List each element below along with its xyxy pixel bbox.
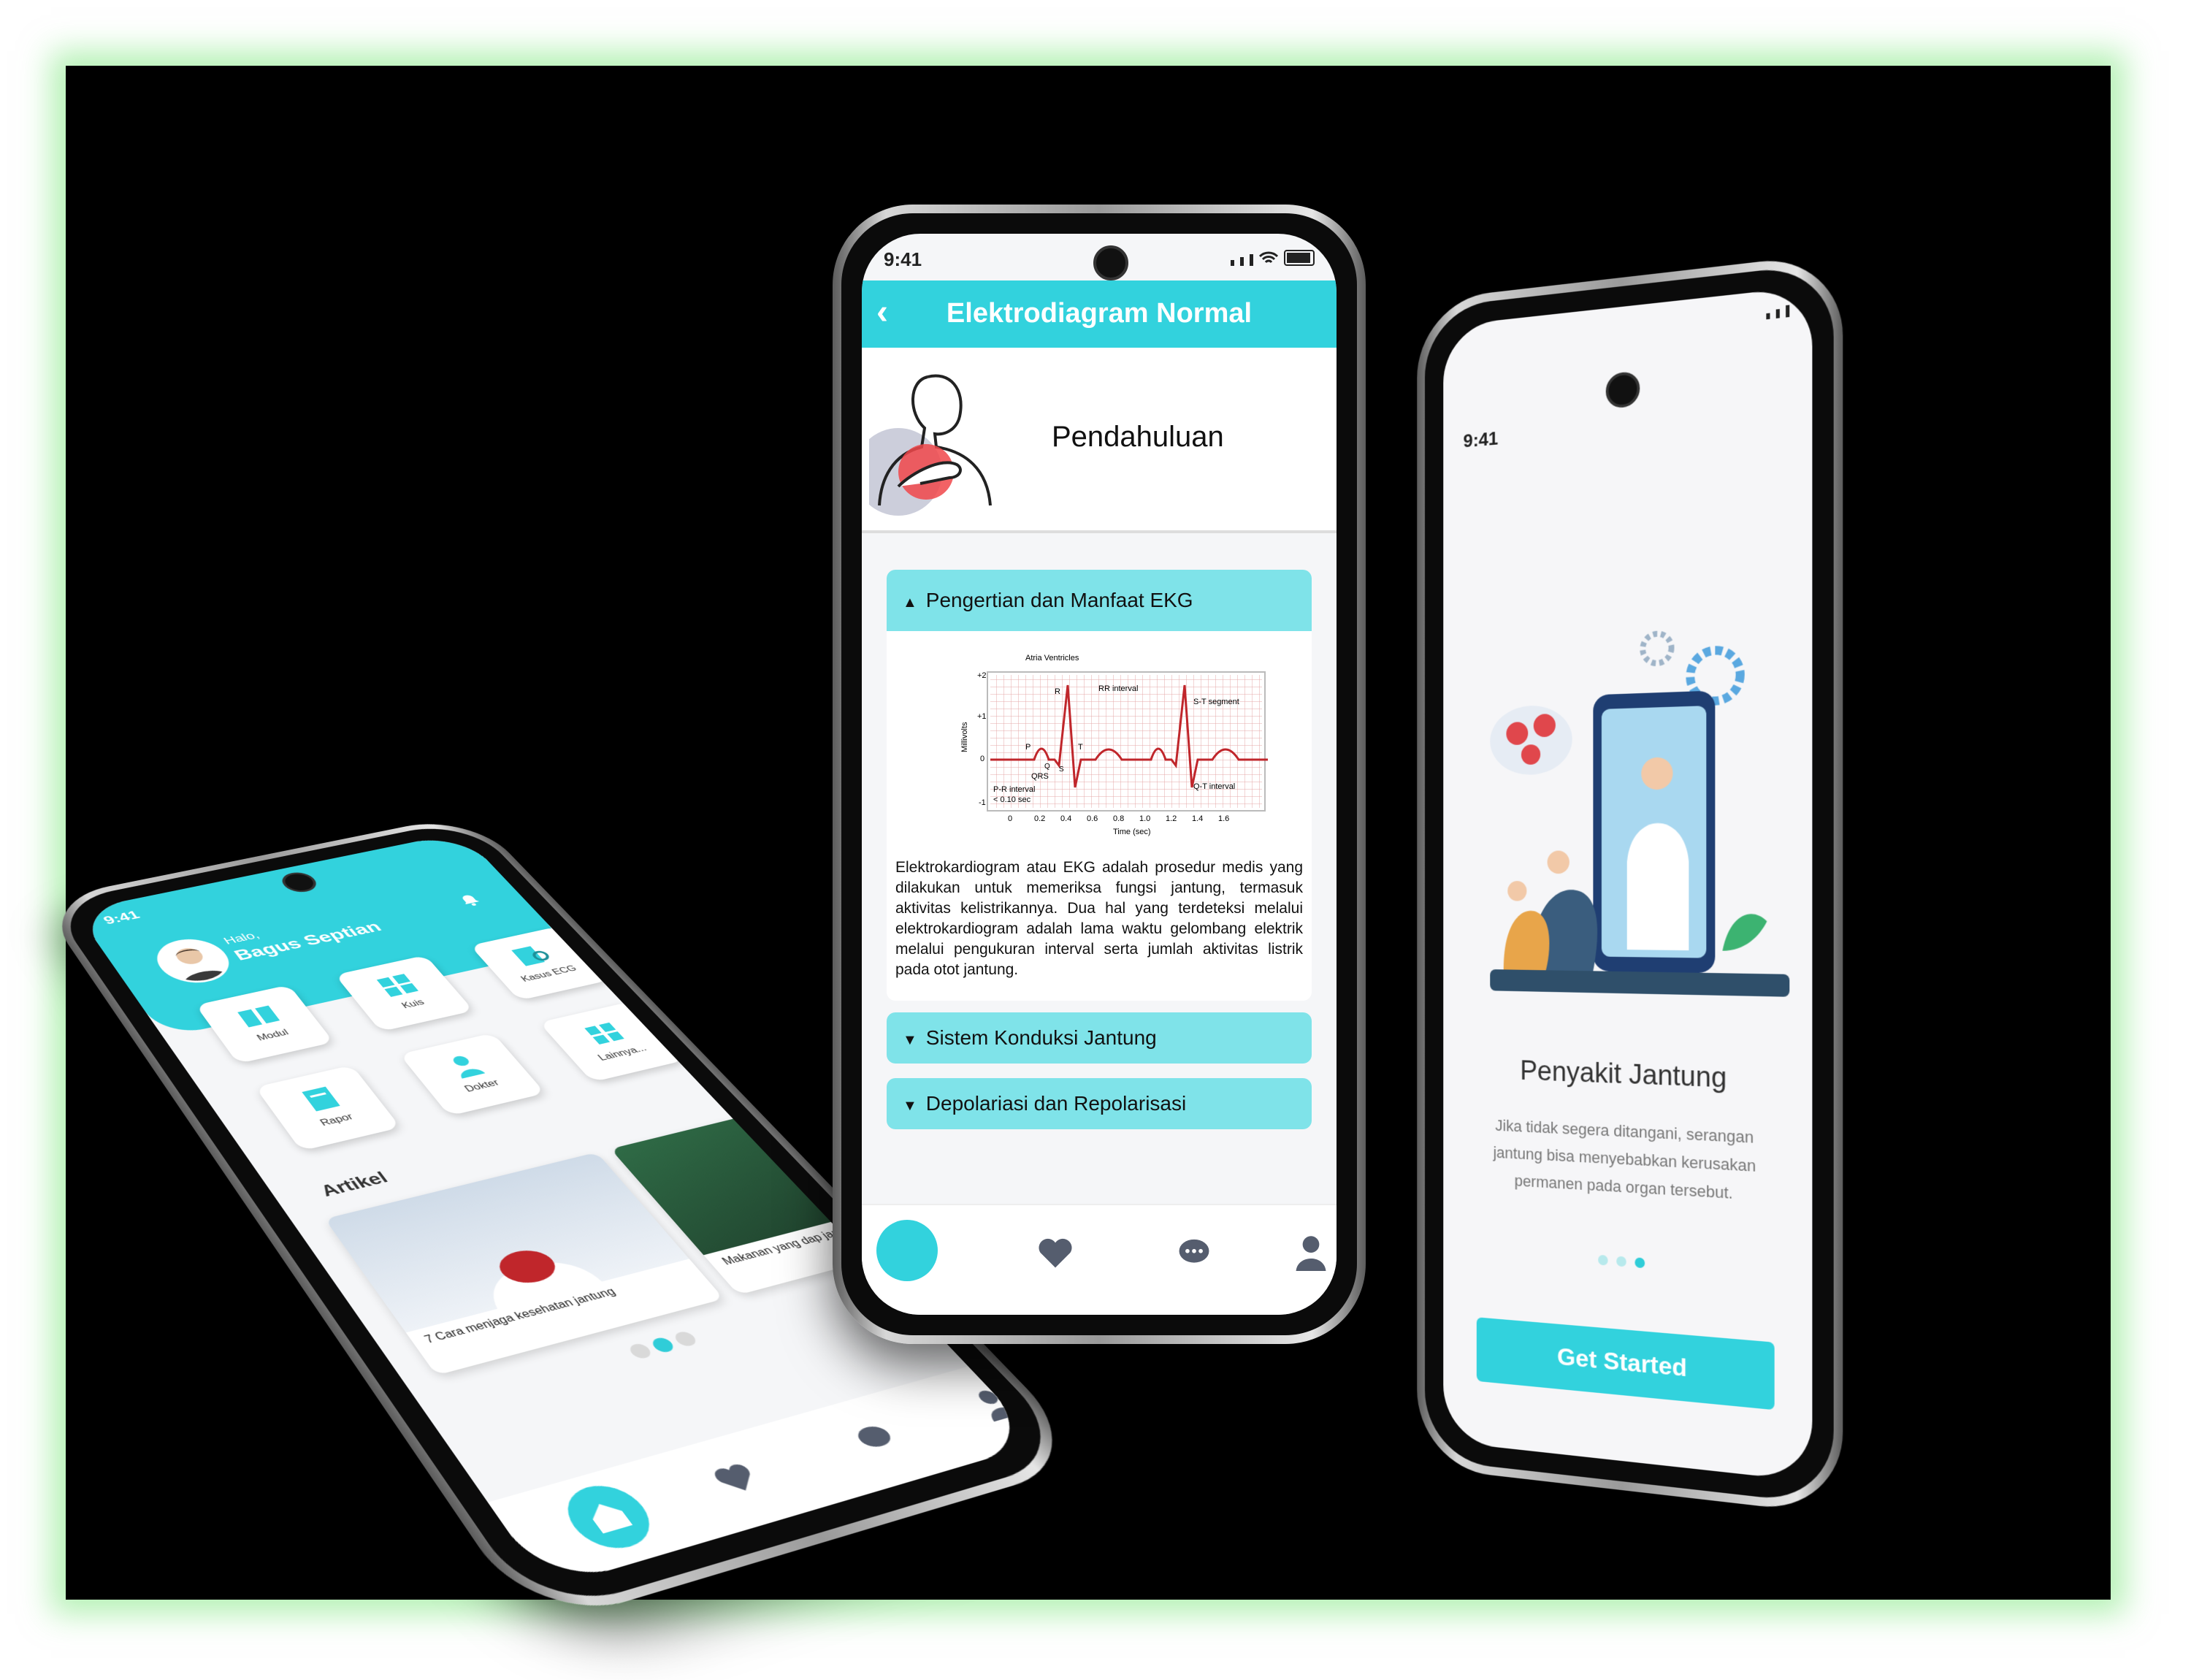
phone-bezel: 9:41 ‹ Elektrodiagram Normal Pendahuluan…: [841, 213, 1357, 1335]
ecg-label: P: [1025, 743, 1031, 752]
quiz-icon: [376, 974, 418, 997]
accordion-header-pengertian[interactable]: ▲ Pengertian dan Manfaat EKG: [887, 570, 1312, 631]
ecg-tick: 1.2: [1166, 814, 1177, 823]
ecg-label: R: [1055, 687, 1060, 696]
page-title: Elektrodiagram Normal: [946, 298, 1253, 329]
menu-tile-rapor[interactable]: Rapor: [255, 1065, 401, 1151]
onboarding-screen: 9:41 Penyakit Jantung Jika tidak segera …: [1443, 286, 1813, 1482]
ecg-label: S: [1059, 765, 1064, 774]
chest-pain-illustration: [869, 374, 992, 516]
status-time: 9:41: [884, 248, 922, 270]
ecg-tick: 0: [1008, 814, 1012, 823]
chat-icon[interactable]: [847, 1420, 904, 1456]
accordion-header-konduksi[interactable]: ▼ Sistem Konduksi Jantung: [887, 1012, 1312, 1064]
bottom-nav: [862, 1204, 1337, 1315]
home-icon[interactable]: [876, 1220, 938, 1281]
phone-onboarding: 9:41 Penyakit Jantung Jika tidak segera …: [1417, 252, 1843, 1516]
ecg-tick: 0.6: [1087, 814, 1098, 823]
menu-tile-lainnya[interactable]: Lainnya...: [539, 1001, 686, 1083]
accordion-title: Sistem Konduksi Jantung: [925, 1026, 1157, 1049]
page-header: ‹ Elektrodiagram Normal: [862, 280, 1337, 348]
book-icon: [237, 1005, 280, 1028]
wifi-icon: [1259, 251, 1278, 264]
intro-label: Pendahuluan: [1052, 421, 1224, 453]
accordion-title: Depolariasi dan Repolarisasi: [925, 1092, 1187, 1115]
menu-label: Dokter: [462, 1078, 502, 1094]
page-dot[interactable]: [1598, 1254, 1608, 1266]
ecg-tick: 0.2: [1034, 814, 1045, 823]
report-icon: [302, 1086, 340, 1112]
heart-icon[interactable]: [708, 1459, 765, 1497]
status-time: 9:41: [1463, 427, 1499, 452]
user-icon[interactable]: [1293, 1234, 1329, 1271]
status-icons: [1766, 305, 1790, 320]
chat-icon[interactable]: [1176, 1234, 1212, 1271]
ecg-label: < 0.10 sec: [993, 795, 1031, 804]
ecg-label: Atria Ventricles: [1025, 654, 1079, 663]
section-title: Artikel: [316, 1168, 392, 1200]
ecg-label: T: [1078, 743, 1083, 752]
telemedicine-illustration: [1490, 619, 1790, 997]
page-dot-active[interactable]: [1634, 1257, 1645, 1269]
ecg-tick: 1.0: [1139, 814, 1150, 823]
accordion-body-text: Elektrokardiogram atau EKG adalah prosed…: [895, 859, 1303, 978]
ecg-diagram: Atria Ventricles RR interval S-T segment…: [960, 654, 1268, 836]
ecg-axis-label: Millivolts: [960, 722, 969, 752]
page-dot[interactable]: [1616, 1256, 1626, 1267]
carousel-dot[interactable]: [626, 1342, 654, 1360]
front-camera: [1605, 370, 1640, 409]
case-icon: [511, 942, 559, 970]
caret-down-icon: ▼: [903, 1098, 917, 1114]
page-indicator[interactable]: [1443, 1244, 1812, 1284]
status-icons: [1231, 250, 1315, 266]
status-bar: 9:41: [1443, 286, 1812, 451]
ecg-label: S-T segment: [1193, 698, 1239, 706]
status-time: 9:41: [100, 908, 143, 927]
heart-icon[interactable]: [1037, 1234, 1074, 1271]
menu-label: Kuis: [399, 998, 427, 1010]
ecg-tick: 0.4: [1060, 814, 1071, 823]
ecg-label: RR interval: [1098, 684, 1138, 693]
menu-tile-dokter[interactable]: Dokter: [399, 1033, 546, 1116]
carousel-dot[interactable]: [671, 1329, 700, 1348]
caret-down-icon: ▼: [903, 1032, 917, 1048]
intro-banner: Pendahuluan: [862, 348, 1337, 533]
ecg-tick: 0: [980, 755, 984, 763]
ecg-screen: 9:41 ‹ Elektrodiagram Normal Pendahuluan…: [862, 234, 1337, 1315]
ecg-label: Q-T interval: [1193, 782, 1235, 791]
menu-label: Modul: [255, 1028, 291, 1043]
onboarding-title: Penyakit Jantung: [1520, 1055, 1727, 1094]
accordion-title: Pengertian dan Manfaat EKG: [925, 589, 1193, 611]
ecg-tick: -1: [979, 798, 986, 807]
ecg-tick: 1.4: [1192, 814, 1203, 823]
carousel-dot-active[interactable]: [649, 1336, 677, 1354]
front-camera: [1093, 245, 1128, 280]
grid-icon: [584, 1022, 624, 1045]
accordion-body: Atria Ventricles RR interval S-T segment…: [887, 631, 1312, 1001]
ecg-tick: +1: [977, 712, 987, 721]
onboarding-description: Jika tidak segera ditangani, serangan ja…: [1493, 1116, 1756, 1203]
doctor-icon: [450, 1055, 486, 1079]
menu-label: Rapor: [318, 1112, 356, 1129]
ecg-axis-label: Time (sec): [1113, 828, 1151, 836]
home-icon[interactable]: [552, 1478, 665, 1557]
phone-bezel: 9:41 Penyakit Jantung Jika tidak segera …: [1424, 262, 1834, 1505]
ecg-label: QRS: [1031, 772, 1049, 781]
caret-up-icon: ▲: [903, 595, 917, 611]
ecg-label: Q: [1044, 763, 1050, 771]
ecg-tick: 1.6: [1218, 814, 1229, 823]
get-started-button[interactable]: Get Started: [1476, 1317, 1775, 1410]
ecg-tick: 0.8: [1113, 814, 1124, 823]
battery-icon: [1284, 250, 1315, 266]
ecg-label: P-R interval: [993, 785, 1035, 794]
menu-label: Kasus ECG: [519, 964, 579, 984]
user-icon[interactable]: [966, 1386, 1022, 1422]
menu-label: Lainnya...: [596, 1044, 649, 1063]
phone-ecg: 9:41 ‹ Elektrodiagram Normal Pendahuluan…: [833, 205, 1366, 1344]
accordion-header-depolarisasi[interactable]: ▼ Depolariasi dan Repolarisasi: [887, 1078, 1312, 1129]
ecg-tick: +2: [977, 671, 987, 680]
